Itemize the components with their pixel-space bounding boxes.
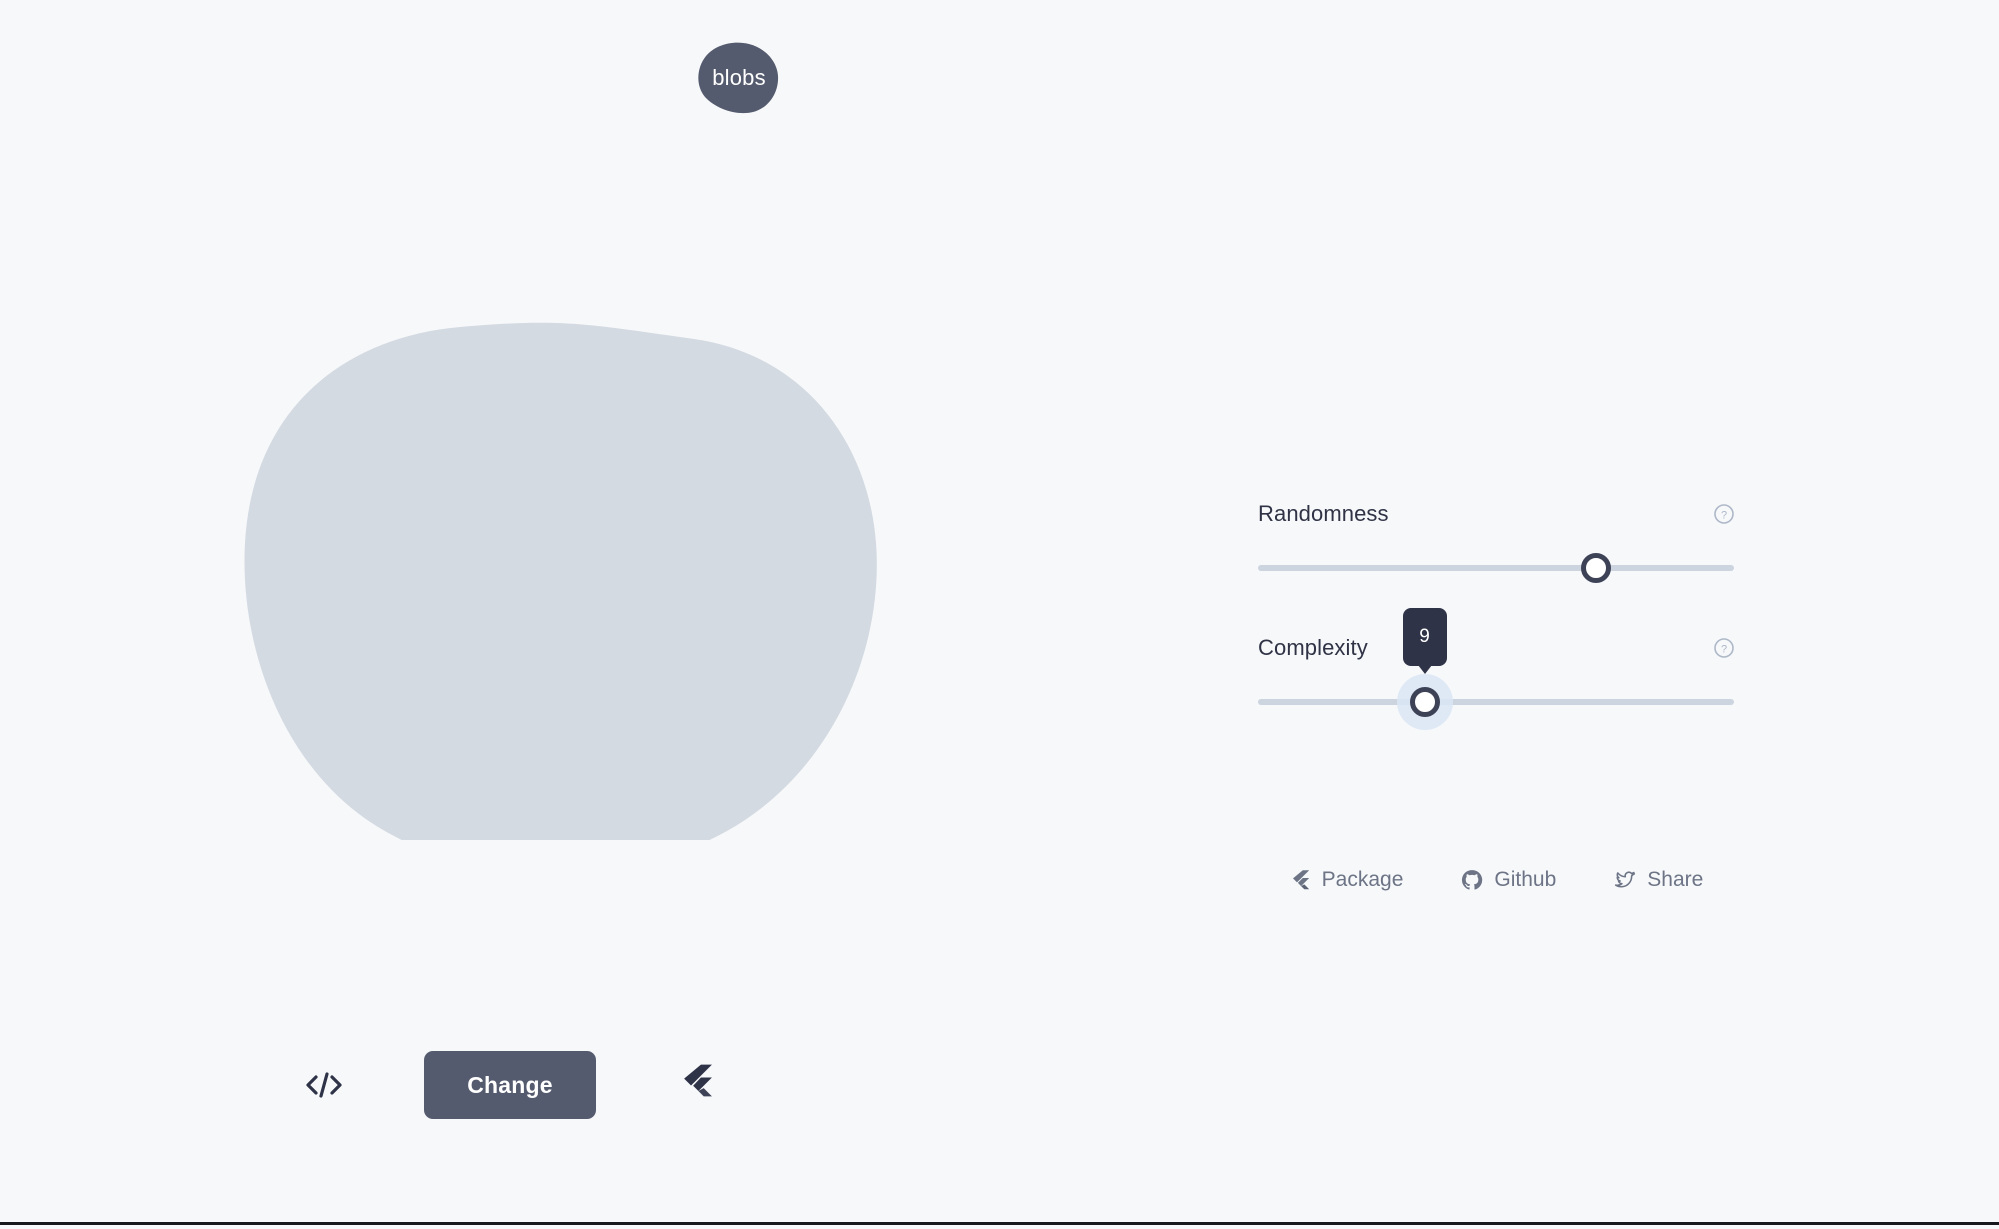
randomness-slider-track[interactable] bbox=[1258, 565, 1734, 571]
complexity-slider-thumb[interactable] bbox=[1409, 687, 1440, 717]
randomness-slider[interactable] bbox=[1258, 544, 1734, 592]
complexity-value-tooltip: 9 bbox=[1402, 608, 1447, 674]
complexity-value: 9 bbox=[1419, 626, 1430, 647]
complexity-slider-track[interactable] bbox=[1258, 699, 1734, 705]
flutter-icon bbox=[1289, 869, 1311, 891]
blob-shape bbox=[244, 322, 877, 874]
change-button[interactable]: Change bbox=[424, 1051, 596, 1119]
link-github-label: Github bbox=[1494, 868, 1557, 891]
svg-text:?: ? bbox=[1721, 509, 1727, 521]
code-brackets-icon[interactable] bbox=[300, 1061, 348, 1109]
twitter-icon bbox=[1614, 869, 1636, 891]
complexity-header: Complexity ? bbox=[1258, 634, 1734, 662]
link-package-label: Package bbox=[1321, 868, 1404, 891]
blob-preview bbox=[200, 320, 880, 874]
app-logo: blobs bbox=[697, 42, 779, 114]
randomness-header: Randomness ? bbox=[1258, 500, 1734, 528]
action-bar: Change bbox=[300, 1040, 720, 1130]
complexity-control: Complexity ? 9 bbox=[1258, 608, 1734, 730]
randomness-label: Randomness bbox=[1258, 501, 1389, 526]
link-package[interactable]: Package bbox=[1289, 868, 1404, 892]
svg-text:?: ? bbox=[1721, 643, 1727, 655]
help-circle-icon[interactable]: ? bbox=[1714, 638, 1734, 658]
complexity-slider[interactable] bbox=[1258, 674, 1734, 730]
blob-shape-icon bbox=[698, 42, 779, 114]
controls-panel: Randomness ? Complexity ? 9 bbox=[1258, 500, 1734, 730]
randomness-slider-thumb[interactable] bbox=[1580, 553, 1611, 583]
randomness-control: Randomness ? bbox=[1258, 500, 1734, 592]
complexity-label: Complexity bbox=[1258, 635, 1368, 660]
flutter-icon[interactable] bbox=[672, 1061, 720, 1109]
link-share-label: Share bbox=[1647, 868, 1704, 891]
github-icon bbox=[1461, 869, 1483, 891]
help-circle-icon[interactable]: ? bbox=[1714, 504, 1734, 524]
external-links: Package Github Share bbox=[1258, 868, 1734, 892]
bottom-divider bbox=[0, 1222, 1999, 1225]
link-share[interactable]: Share bbox=[1614, 868, 1703, 892]
link-github[interactable]: Github bbox=[1461, 868, 1556, 892]
